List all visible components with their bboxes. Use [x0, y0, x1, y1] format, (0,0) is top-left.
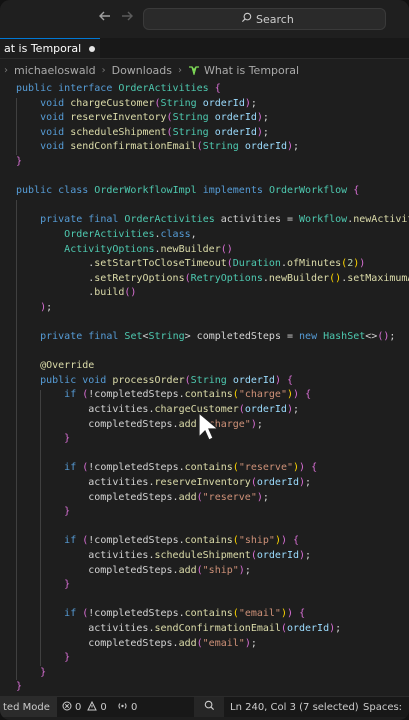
temporal-file-icon: [188, 65, 200, 75]
code-line[interactable]: if (!completedSteps.contains("reserve"))…: [16, 461, 409, 476]
code-line[interactable]: if (!completedSteps.contains("email")) {: [16, 607, 409, 622]
code-line[interactable]: );: [16, 301, 409, 316]
chevron-right-icon: ›: [101, 64, 106, 76]
code-line[interactable]: }: [16, 505, 409, 520]
cursor-position[interactable]: Ln 240, Col 3 (7 selected): [230, 697, 359, 717]
code-line[interactable]: void reserveInventory(String orderId);: [16, 111, 409, 126]
code-line[interactable]: public interface OrderActivities {: [16, 82, 409, 97]
code-line[interactable]: void scheduleShipment(String orderId);: [16, 126, 409, 141]
arrow-right-icon[interactable]: [120, 9, 134, 27]
zoom-icon: [204, 700, 215, 714]
warning-count: 0: [100, 701, 107, 713]
code-line[interactable]: .setRetryOptions(RetryOptions.newBuilder…: [16, 272, 409, 287]
breadcrumb-item-downloads[interactable]: Downloads: [112, 64, 172, 77]
code-line[interactable]: }: [16, 666, 409, 681]
code-line[interactable]: if (!completedSteps.contains("ship")) {: [16, 534, 409, 549]
code-line[interactable]: [16, 199, 409, 214]
error-icon: [62, 701, 72, 714]
code-line[interactable]: }: [16, 651, 409, 666]
code-line[interactable]: void sendConfirmationEmail(String orderI…: [16, 140, 409, 155]
code-line[interactable]: [16, 316, 409, 331]
radio-tower-icon: [117, 701, 128, 714]
search-icon: [241, 12, 252, 26]
code-line[interactable]: if (!completedSteps.contains("charge")) …: [16, 388, 409, 403]
code-line[interactable]: .setStartToCloseTimeout(Duration.ofMinut…: [16, 257, 409, 272]
status-bar: ted Mode 0 0 0 Ln 240, Col 3 (7 selected…: [0, 696, 409, 717]
breadcrumb-item-file[interactable]: What is Temporal: [204, 64, 299, 77]
code-editor[interactable]: public interface OrderActivities { void …: [0, 80, 409, 694]
warning-icon: [87, 700, 98, 714]
title-bar: Search: [0, 0, 409, 39]
breadcrumb: › michaeloswald › Downloads › What is Te…: [0, 60, 409, 80]
code-line[interactable]: [16, 520, 409, 535]
mode-indicator[interactable]: ted Mode: [0, 697, 57, 717]
ports-count: 0: [131, 701, 138, 713]
code-line[interactable]: activities.scheduleShipment(orderId);: [16, 549, 409, 564]
code-line[interactable]: [16, 593, 409, 608]
code-line[interactable]: .build(): [16, 286, 409, 301]
code-line[interactable]: OrderActivities.class,: [16, 228, 409, 243]
code-line[interactable]: }: [16, 578, 409, 593]
code-line[interactable]: }: [16, 155, 409, 170]
code-line[interactable]: activities.reserveInventory(orderId);: [16, 476, 409, 491]
ports-indicator[interactable]: 0: [117, 697, 137, 717]
indentation-setting[interactable]: Spaces:: [363, 697, 402, 717]
code-line[interactable]: completedSteps.add("email");: [16, 637, 409, 652]
zoom-button[interactable]: [194, 697, 224, 717]
code-line[interactable]: [16, 170, 409, 185]
chevron-right-icon: ›: [4, 64, 8, 76]
tab-what-is-temporal[interactable]: at is Temporal: [0, 38, 100, 58]
code-line[interactable]: void chargeCustomer(String orderId);: [16, 97, 409, 112]
code-line[interactable]: ActivityOptions.newBuilder(): [16, 243, 409, 258]
code-line[interactable]: completedSteps.add("ship");: [16, 564, 409, 579]
code-line[interactable]: @Override: [16, 359, 409, 374]
code-line[interactable]: completedSteps.add("reserve");: [16, 491, 409, 506]
arrow-left-icon[interactable]: [98, 9, 112, 27]
code-line[interactable]: }: [16, 680, 409, 694]
error-count: 0: [75, 701, 82, 713]
command-center-search[interactable]: Search: [143, 8, 386, 30]
code-line[interactable]: private final Set<String> completedSteps…: [16, 330, 409, 345]
code-line[interactable]: [16, 447, 409, 462]
problems-indicator[interactable]: 0 0: [62, 697, 107, 717]
tab-bar: at is Temporal: [0, 38, 409, 59]
mouse-pointer-icon: [198, 411, 220, 441]
vscode-window: Search at is Temporal › michaeloswald › …: [0, 0, 409, 720]
code-line[interactable]: public void processOrder(String orderId)…: [16, 374, 409, 389]
breadcrumb-item-user[interactable]: michaeloswald: [14, 64, 96, 77]
dot-icon[interactable]: [89, 45, 96, 52]
chevron-right-icon: ›: [178, 64, 183, 76]
code-line[interactable]: private final OrderActivities activities…: [16, 213, 409, 228]
tab-label: at is Temporal: [4, 42, 82, 55]
search-label: Search: [256, 12, 294, 26]
code-text[interactable]: public interface OrderActivities { void …: [16, 82, 409, 694]
code-line[interactable]: public class OrderWorkflowImpl implement…: [16, 184, 409, 199]
code-line[interactable]: activities.sendConfirmationEmail(orderId…: [16, 622, 409, 637]
code-line[interactable]: [16, 345, 409, 360]
